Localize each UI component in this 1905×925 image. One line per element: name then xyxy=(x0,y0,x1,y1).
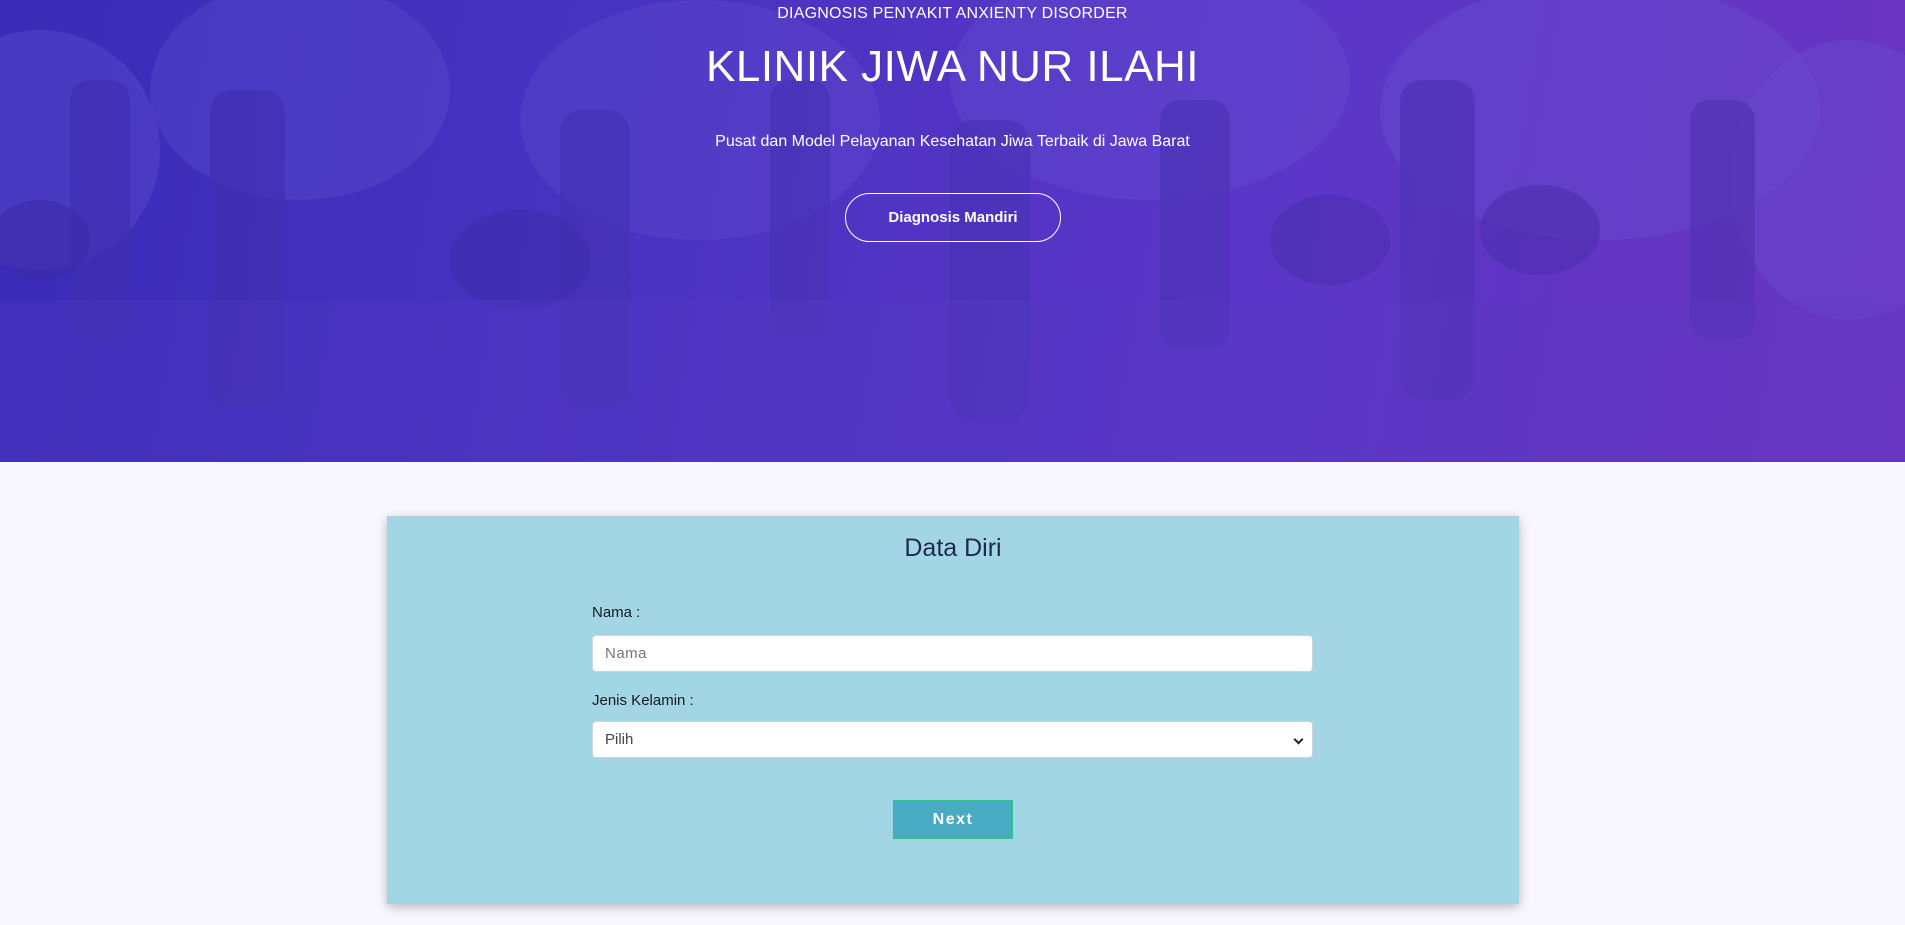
diagnosis-mandiri-button[interactable]: Diagnosis Mandiri xyxy=(845,193,1061,242)
form-title: Data Diri xyxy=(904,534,1002,562)
chevron-down-icon xyxy=(1293,734,1304,745)
data-diri-form-card: Data Diri Nama : Jenis Kelamin : Pilih N… xyxy=(387,516,1519,904)
hero-banner: DIAGNOSIS PENYAKIT ANXIENTY DISORDER KLI… xyxy=(0,0,1905,462)
hero-content: DIAGNOSIS PENYAKIT ANXIENTY DISORDER KLI… xyxy=(0,0,1905,462)
jenis-kelamin-selected-value: Pilih xyxy=(605,731,634,748)
hero-tagline: Pusat dan Model Pelayanan Kesehatan Jiwa… xyxy=(715,133,1190,150)
nama-input[interactable] xyxy=(592,635,1313,672)
jenis-kelamin-select[interactable]: Pilih xyxy=(592,721,1313,758)
hero-subtitle: DIAGNOSIS PENYAKIT ANXIENTY DISORDER xyxy=(777,5,1128,22)
jenis-kelamin-label: Jenis Kelamin : xyxy=(592,692,694,709)
nama-label: Nama : xyxy=(592,604,641,621)
hero-title: KLINIK JIWA NUR ILAHI xyxy=(706,42,1199,91)
next-button[interactable]: Next xyxy=(893,800,1013,839)
